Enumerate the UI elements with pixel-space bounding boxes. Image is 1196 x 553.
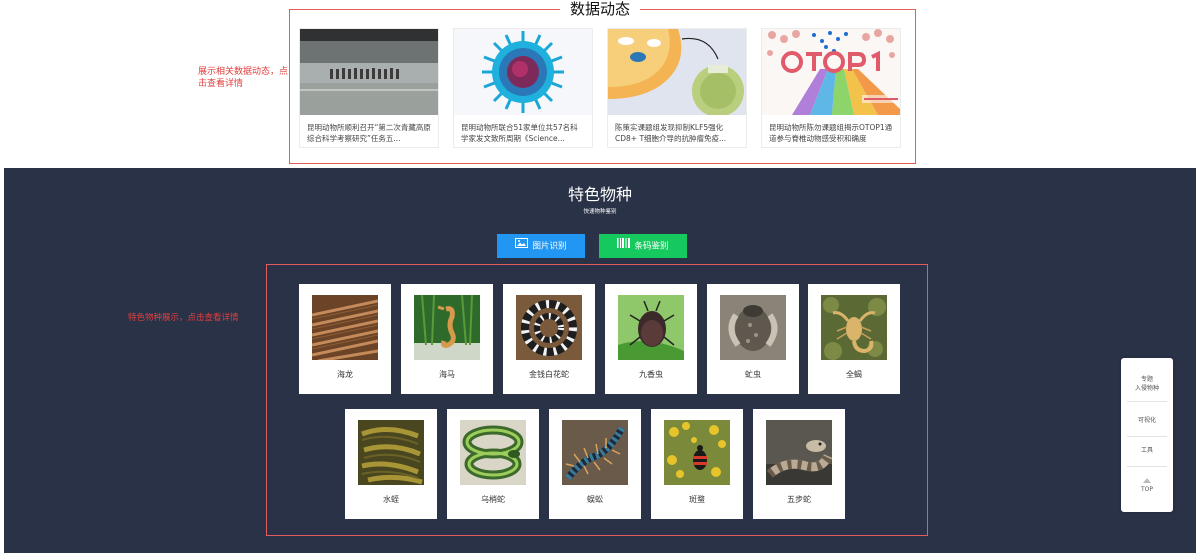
pit-viper-photo-icon: [766, 420, 832, 485]
news-caption: 昆明动物所联合51家单位共57名科学家发文致所周期《Science...: [461, 123, 578, 143]
species-name: 海马: [439, 370, 455, 379]
barcode-identification-button[interactable]: 条码鉴别: [599, 234, 687, 258]
species-card[interactable]: 五步蛇: [753, 409, 845, 519]
sidebar-divider: [1127, 401, 1167, 402]
news-thumb-crowd-photo: [300, 29, 438, 115]
sidebar-item-tools[interactable]: 工具: [1121, 446, 1173, 455]
news-caption: 陈策实课题组发现抑制KLF5强化CD8+ T细胞介导的抗肿瘤免疫...: [615, 123, 727, 143]
species-name: 虻虫: [745, 370, 761, 379]
species-card[interactable]: 斑蝥: [651, 409, 743, 519]
species-name: 金钱白花蛇: [529, 370, 569, 379]
rat-snake-photo-icon: [460, 420, 526, 485]
news-title: 数据动态: [560, 0, 640, 19]
news-card[interactable]: 昆明动物所顺利召开“第二次青藏高原综合科学考察研究”任务五...: [299, 28, 439, 148]
back-to-top-button[interactable]: TOP: [1121, 478, 1173, 494]
news-card[interactable]: 昆明动物所联合51家单位共57名科学家发文致所周期《Science...: [453, 28, 593, 148]
species-card[interactable]: 乌梢蛇: [447, 409, 539, 519]
news-thumb-cell-diagram: [608, 29, 746, 115]
news-thumb-otop1-diagram: [762, 29, 900, 115]
sidebar-divider: [1127, 436, 1167, 437]
news-section: 数据动态 展示相关数据动态，点击查看详情 昆明动物所顺利召开“第二次青藏高原综合…: [0, 0, 1196, 168]
species-annotation: 特色物种展示，点击查看详情: [128, 313, 239, 323]
species-name: 海龙: [337, 370, 353, 379]
blister-beetle-photo-icon: [664, 420, 730, 485]
news-thumb-virus-illustration: [454, 29, 592, 115]
news-card[interactable]: 昆明动物所陈勿课题组揭示OTOP1通道参与脊椎动物感受积和确度: [761, 28, 901, 148]
scorpion-photo-icon: [821, 295, 887, 360]
species-card[interactable]: 水蛭: [345, 409, 437, 519]
sidebar-divider: [1127, 466, 1167, 467]
horsefly-photo-icon: [720, 295, 786, 360]
sidebar-item-invasive-species[interactable]: 专题 入侵物种: [1121, 375, 1173, 393]
stink-bug-photo-icon: [618, 295, 684, 360]
leech-photo-icon: [358, 420, 424, 485]
species-name: 蜈蚣: [587, 495, 603, 504]
caret-up-icon: [1143, 478, 1151, 483]
species-card[interactable]: 虻虫: [707, 284, 799, 394]
news-caption: 昆明动物所陈勿课题组揭示OTOP1通道参与脊椎动物感受积和确度: [769, 123, 893, 143]
news-card[interactable]: 陈策实课题组发现抑制KLF5强化CD8+ T细胞介导的抗肿瘤免疫...: [607, 28, 747, 148]
pipefish-photo-icon: [312, 295, 378, 360]
species-card[interactable]: 金钱白花蛇: [503, 284, 595, 394]
seahorse-photo-icon: [414, 295, 480, 360]
image-icon: [515, 234, 529, 258]
species-name: 乌梢蛇: [481, 495, 505, 504]
sidebar-item-visualization[interactable]: 可视化: [1121, 416, 1173, 425]
barcode-icon: [617, 234, 631, 258]
sidebar-item-label: 专题: [1140, 376, 1153, 383]
news-caption: 昆明动物所顺利召开“第二次青藏高原综合科学考察研究”任务五...: [307, 123, 431, 143]
species-card[interactable]: 九香虫: [605, 284, 697, 394]
centipede-photo-icon: [562, 420, 628, 485]
species-section: 特色物种 快速物种鉴别 图片识别 条码鉴别 特色物种展示，点击查看详情 海龙 海…: [4, 168, 1196, 553]
species-card[interactable]: 海龙: [299, 284, 391, 394]
section-subtitle: 快速物种鉴别: [583, 209, 617, 215]
section-title: 特色物种: [567, 185, 632, 204]
sidebar-item-label: 入侵物种: [1134, 385, 1159, 392]
image-recognition-label: 图片识别: [532, 241, 567, 252]
species-name: 五步蛇: [787, 495, 811, 504]
species-card[interactable]: 蜈蚣: [549, 409, 641, 519]
species-name: 九香虫: [639, 370, 663, 379]
species-card[interactable]: 全蝎: [808, 284, 900, 394]
banded-krait-photo-icon: [516, 295, 582, 360]
species-name: 斑蝥: [689, 495, 705, 504]
barcode-identification-label: 条码鉴别: [634, 241, 669, 252]
news-annotation: 展示相关数据动态，点击查看详情: [198, 67, 289, 89]
image-recognition-button[interactable]: 图片识别: [497, 234, 585, 258]
species-name: 全蝎: [846, 370, 862, 379]
species-card[interactable]: 海马: [401, 284, 493, 394]
back-to-top-label: TOP: [1140, 486, 1153, 493]
floating-sidebar: 专题 入侵物种 可视化 工具 TOP: [1121, 358, 1173, 512]
species-name: 水蛭: [383, 495, 399, 504]
